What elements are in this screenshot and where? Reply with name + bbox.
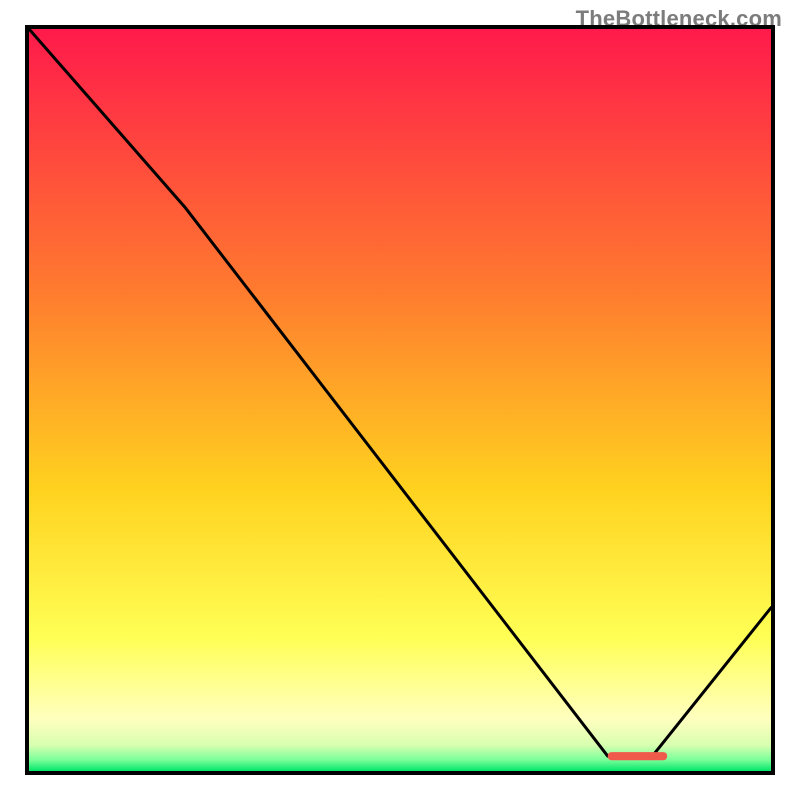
plot-frame: [25, 25, 775, 775]
highlight-marker: [29, 29, 771, 771]
chart-container: TheBottleneck.com: [0, 0, 800, 800]
